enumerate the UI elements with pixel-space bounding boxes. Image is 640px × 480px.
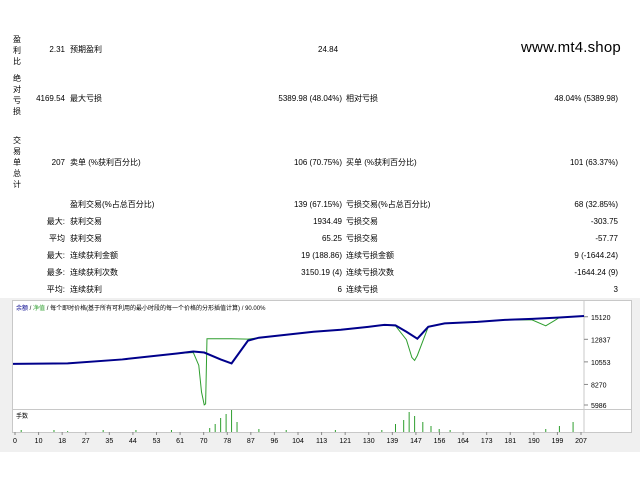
x-tick-label: 27 [82, 438, 90, 445]
largest-profit-trade-label: 获利交易 [70, 217, 102, 226]
balance-chart-svg: 余额 / 净值 / 每个即时价格(基于所有可利用的最小时段的每一个价格的分形插值… [12, 301, 611, 410]
x-axis: 0 10 18 27 35 44 53 61 70 78 87 96 104 113 121 130 139 14… [0, 432, 640, 448]
absolute-drawdown-char: 损 [13, 107, 21, 116]
y-tick-label: 12837 [591, 337, 611, 344]
bottom-blank-area [0, 452, 640, 480]
profit-factor-value: 2.31 [49, 45, 65, 54]
long-positions-value: 101 (63.37%) [569, 158, 618, 167]
largest-loss-trade-label: 亏损交易 [346, 217, 378, 226]
max-consecutive-losses-count-label: 连续亏损次数 [346, 268, 394, 277]
y-tick-label: 10553 [591, 360, 611, 367]
maximal-drawdown-label: 最大亏损 [70, 94, 102, 103]
x-tick-label: 78 [223, 438, 231, 445]
average-loss-trade-value: -57.77 [595, 234, 618, 243]
average-consecutive-wins-value: 6 [337, 285, 342, 294]
x-tick-label: 139 [386, 438, 398, 445]
absolute-drawdown-value: 4169.54 [36, 94, 65, 103]
profit-trades-label: 盈利交易(%占总百分比) [70, 200, 155, 209]
x-tick-label: 87 [247, 438, 255, 445]
x-tick-label: 181 [504, 438, 516, 445]
total-trades-char: 计 [13, 180, 21, 189]
x-tick-label: 0 [13, 438, 17, 445]
largest-profit-trade-value: 1934.49 [313, 217, 342, 226]
max-consecutive-wins-count-value: 3150.19 (4) [301, 268, 342, 277]
most-prefix: 最多: [46, 268, 65, 277]
long-positions-label: 买单 (%获利百分比) [346, 158, 417, 167]
x-tick-label: 207 [575, 438, 587, 445]
y-tick-label: 8270 [591, 382, 607, 389]
short-positions-value: 106 (70.75%) [293, 158, 342, 167]
total-trades-char: 易 [13, 147, 21, 156]
x-tick-label: 10 [35, 438, 43, 445]
y-axis-ticks: 15120128371055382705986 [584, 315, 611, 410]
x-tick-label: 113 [316, 438, 327, 445]
loss-trades-label: 亏损交易(%占总百分比) [346, 200, 431, 209]
total-trades-value: 207 [51, 158, 65, 167]
average-prefix: 平均 [49, 234, 65, 243]
y-tick-label: 15120 [591, 315, 611, 322]
x-tick-label: 199 [552, 438, 564, 445]
max-consecutive-losses-count-value: -1644.24 (9) [574, 268, 618, 277]
maximal-drawdown-value: 5389.98 (48.04%) [278, 94, 342, 103]
max-consecutive-wins-count-label: 连续获利次数 [70, 268, 118, 277]
short-positions-label: 卖单 (%获利百分比) [70, 158, 141, 167]
report-panel: www.mt4.shop 盈利比 绝对亏损 交易单总计 2.31 预期盈利 24… [0, 0, 640, 298]
x-tick-label: 96 [271, 438, 279, 445]
total-trades-char: 交 [13, 136, 21, 145]
max-consecutive-losses-money-value: 9 (-1644.24) [574, 251, 618, 260]
watermark: www.mt4.shop [521, 39, 621, 56]
loss-trades-value: 68 (32.85%) [574, 200, 618, 209]
x-tick-label: 104 [292, 438, 304, 445]
average-profit-trade-value: 65.25 [321, 234, 342, 243]
volume-label: 手数 [16, 412, 28, 420]
largest-prefix: 最大: [46, 217, 65, 226]
x-tick-label: 130 [363, 438, 375, 445]
x-tick-label: 121 [339, 438, 351, 445]
balance-series-line [12, 314, 585, 365]
balance-chart: 余额 / 净值 / 每个即时价格(基于所有可利用的最小时段的每一个价格的分形插值… [12, 300, 632, 410]
profit-trades-value: 139 (67.15%) [293, 200, 342, 209]
relative-drawdown-label: 相对亏损 [346, 94, 378, 103]
x-tick-label: 164 [457, 438, 469, 445]
profit-factor-char: 比 [13, 57, 21, 66]
average-loss-trade-label: 亏损交易 [346, 234, 378, 243]
x-tick-label: 18 [58, 438, 66, 445]
expected-payoff-value: 24.84 [318, 45, 339, 54]
max-consecutive-losses-money-label: 连续亏损金额 [346, 251, 394, 260]
average-profit-trade-label: 获利交易 [70, 234, 102, 243]
maximum-prefix: 最大: [46, 251, 65, 260]
x-tick-label: 35 [105, 438, 113, 445]
largest-loss-trade-value: -303.75 [590, 217, 618, 226]
max-consecutive-wins-money-label: 连续获利金额 [70, 251, 118, 260]
legend-balance: 余额 / 净值 / 每个即时价格(基于所有可利用的最小时段的每一个价格的分形插值… [16, 304, 266, 312]
x-tick-label: 53 [153, 438, 161, 445]
total-trades-char: 总 [13, 169, 21, 178]
relative-drawdown-value: 48.04% (5389.98) [554, 94, 618, 103]
volume-svg: 手数 [16, 410, 585, 432]
x-tick-label: 61 [176, 438, 184, 445]
x-tick-label: 156 [434, 438, 446, 445]
x-tick-label: 147 [410, 438, 422, 445]
max-consecutive-wins-money-value: 19 (188.86) [301, 251, 342, 260]
x-tick-label: 70 [200, 438, 208, 445]
expected-payoff-label: 预期盈利 [70, 45, 102, 54]
average-consecutive-losses-value: 3 [613, 285, 618, 294]
average-consecutive-prefix: 平均: [46, 285, 65, 294]
x-tick-label: 190 [528, 438, 540, 445]
x-tick-label: 44 [129, 438, 137, 445]
volume-panel: 手数 [12, 409, 632, 433]
average-consecutive-losses-label: 连续亏损 [346, 285, 378, 294]
x-tick-label: 173 [481, 438, 493, 445]
x-axis-svg: 0 10 18 27 35 44 53 61 70 78 87 96 104 113 121 130 139 14… [13, 432, 587, 445]
absolute-drawdown-char: 绝 [13, 74, 21, 83]
average-consecutive-wins-label: 连续获利 [70, 285, 102, 294]
profit-factor-char: 盈 [13, 35, 21, 44]
